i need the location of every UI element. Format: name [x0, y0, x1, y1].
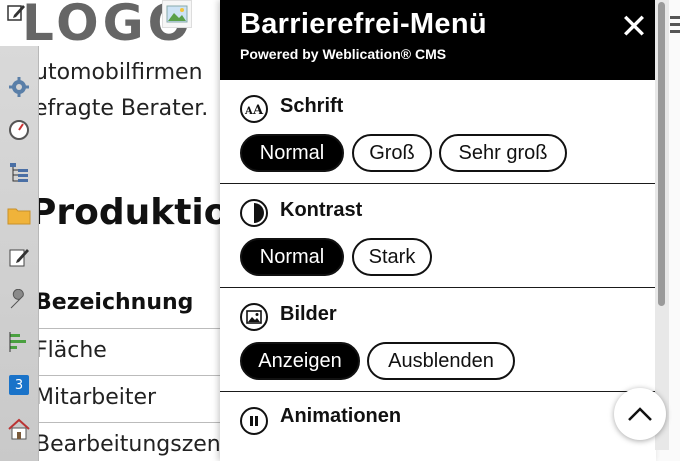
- contrast-icon: [240, 199, 268, 227]
- font-large-button[interactable]: Groß: [352, 134, 432, 172]
- font-normal-button[interactable]: Normal: [240, 134, 344, 172]
- section-title: Kontrast: [280, 199, 363, 221]
- edit-icon[interactable]: [4, 2, 28, 26]
- image-icon[interactable]: [162, 0, 192, 28]
- section-title: Bilder: [280, 303, 337, 325]
- chart-icon[interactable]: [5, 328, 33, 356]
- panel-subtitle: Powered by Weblication® CMS: [240, 46, 447, 62]
- svg-text:A: A: [244, 106, 253, 116]
- home-icon[interactable]: [5, 415, 33, 443]
- dashboard-icon[interactable]: [5, 116, 33, 144]
- scrollbar-thumb[interactable]: [658, 2, 665, 306]
- panel-header: Barrierefrei-Menü Powered by Weblication…: [220, 0, 656, 80]
- table-divider: [35, 328, 235, 329]
- font-section: AA Schrift Normal Groß Sehr groß: [220, 80, 656, 184]
- section-title: Animationen: [280, 405, 402, 427]
- table-divider: [35, 422, 235, 423]
- table-row: Mitarbeiter: [35, 385, 157, 410]
- section-title: Schrift: [280, 95, 344, 117]
- font-xlarge-button[interactable]: Sehr groß: [439, 134, 567, 172]
- notification-badge[interactable]: 3: [5, 371, 33, 399]
- body-text-line: efragte Berater.: [34, 96, 209, 121]
- panel-scrollbar[interactable]: [655, 0, 669, 450]
- folder-icon[interactable]: [5, 201, 33, 229]
- contrast-strong-button[interactable]: Stark: [352, 238, 432, 276]
- wrench-icon[interactable]: [5, 286, 33, 314]
- images-show-button[interactable]: Anzeigen: [240, 342, 360, 380]
- font-size-icon: AA: [240, 95, 268, 123]
- contrast-normal-button[interactable]: Normal: [240, 238, 344, 276]
- gear-icon[interactable]: [5, 73, 33, 101]
- image-icon: [240, 303, 268, 331]
- cms-sidebar: 3: [0, 46, 39, 461]
- scroll-to-top-button[interactable]: [614, 388, 666, 440]
- table-divider: [35, 375, 235, 376]
- panel-title: Barrierefrei-Menü: [240, 8, 487, 40]
- tree-icon[interactable]: [5, 158, 33, 186]
- animations-section: Animationen: [220, 392, 656, 461]
- table-row: Fläche: [35, 338, 107, 363]
- images-section: Bilder Anzeigen Ausblenden: [220, 288, 656, 392]
- close-button[interactable]: ✕: [616, 10, 652, 46]
- body-text-line: utomobilfirmen: [34, 60, 203, 85]
- edit-icon[interactable]: [5, 243, 33, 271]
- accessibility-panel: Barrierefrei-Menü Powered by Weblication…: [220, 0, 656, 461]
- images-hide-button[interactable]: Ausblenden: [367, 342, 515, 380]
- chevron-up-icon: [628, 407, 652, 421]
- table-header: Bezeichnung: [35, 290, 194, 315]
- pause-icon: [240, 407, 268, 435]
- svg-text:A: A: [252, 103, 264, 116]
- contrast-section: Kontrast Normal Stark: [220, 184, 656, 288]
